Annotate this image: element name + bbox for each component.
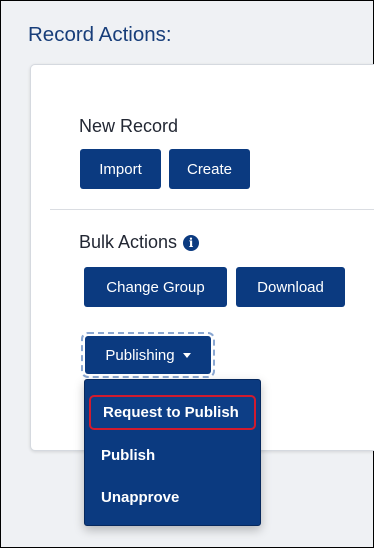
panel-title: Record Actions:	[28, 23, 172, 46]
publishing-label: Publishing	[105, 346, 175, 364]
bulk-actions-heading: Bulk Actions i	[79, 232, 200, 253]
section-divider	[50, 209, 374, 210]
info-icon[interactable]: i	[183, 235, 200, 251]
menu-item-request-to-publish[interactable]: Request to Publish	[89, 395, 256, 430]
publishing-dropdown-menu: Request to Publish Publish Unapprove	[84, 379, 261, 526]
caret-down-icon	[182, 352, 191, 358]
publishing-dropdown-button[interactable]: Publishing	[85, 336, 211, 374]
menu-item-publish[interactable]: Publish	[89, 438, 256, 473]
menu-item-unapprove[interactable]: Unapprove	[89, 480, 256, 515]
bulk-actions-label: Bulk Actions	[79, 232, 178, 252]
create-button[interactable]: Create	[169, 149, 250, 189]
download-button[interactable]: Download	[236, 267, 345, 307]
change-group-button[interactable]: Change Group	[84, 267, 227, 307]
record-actions-panel: Record Actions: New Record Import Create…	[0, 0, 374, 548]
new-record-heading: New Record	[79, 116, 179, 136]
import-button[interactable]: Import	[80, 149, 161, 189]
